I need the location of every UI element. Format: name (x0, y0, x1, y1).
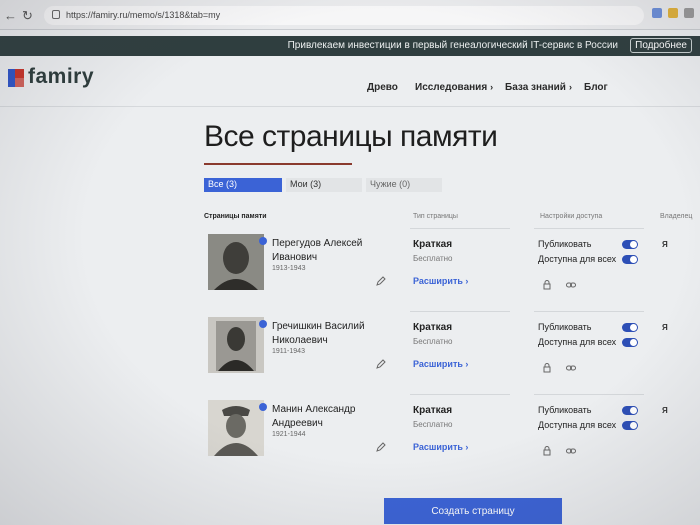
portrait-photo[interactable] (208, 317, 264, 373)
tab-all[interactable]: Все (3) (204, 178, 282, 192)
title-underline (204, 163, 352, 165)
status-dot (259, 320, 267, 328)
status-dot (259, 403, 267, 411)
publish-toggle[interactable] (622, 406, 638, 415)
portrait-photo[interactable] (208, 400, 264, 456)
table-row: Гречишкин Василий Николаевич 1911-1943 К… (204, 311, 700, 395)
chevron-right-icon: › (465, 276, 469, 286)
pencil-icon[interactable] (376, 442, 386, 452)
divider (534, 394, 644, 395)
public-access-label: Доступна для всех (538, 420, 617, 430)
nav-knowledge-base[interactable]: База знаний › (505, 82, 572, 93)
column-header-pages: Страницы памяти (204, 213, 267, 220)
back-icon[interactable]: ← (4, 8, 17, 23)
promo-banner: Привлекаем инвестиции в первый генеалоги… (0, 36, 700, 56)
tab-mine[interactable]: Мои (3) (286, 178, 362, 192)
public-access-toggle[interactable] (622, 255, 638, 264)
expand-link[interactable]: Расширить › (413, 442, 468, 452)
lock-icon[interactable] (542, 363, 552, 373)
nav-label: База знаний (505, 82, 566, 93)
page-type: Краткая (413, 239, 453, 250)
column-header-access: Настройки доступа (540, 213, 603, 220)
person-name[interactable]: Перегудов Алексей Иванович (272, 237, 382, 265)
portrait-photo[interactable] (208, 234, 264, 290)
address-bar[interactable]: https://famiry.ru/memo/s/1318&tab=my (44, 6, 644, 25)
divider (410, 394, 510, 395)
divider (534, 228, 644, 229)
link-icon[interactable] (566, 446, 576, 456)
divider (410, 311, 510, 312)
public-access-label: Доступна для всех (538, 337, 617, 347)
page-price: Бесплатно (413, 254, 453, 263)
public-access-toggle[interactable] (622, 338, 638, 347)
expand-label: Расширить (413, 359, 463, 369)
table-row: Перегудов Алексей Иванович 1913-1943 Кра… (204, 228, 700, 312)
pencil-icon[interactable] (376, 276, 386, 286)
tab-others[interactable]: Чужие (0) (366, 178, 442, 192)
nav-tree[interactable]: Древо (367, 82, 398, 93)
page-type: Краткая (413, 405, 453, 416)
expand-link[interactable]: Расширить › (413, 276, 468, 286)
chevron-right-icon: › (568, 82, 572, 92)
extension-icon[interactable] (668, 8, 678, 18)
nav-label: Исследования (415, 82, 488, 93)
nav-blog[interactable]: Блог (584, 82, 608, 93)
expand-label: Расширить (413, 442, 463, 452)
publish-toggle[interactable] (622, 323, 638, 332)
lock-icon[interactable] (542, 280, 552, 290)
publish-label: Публиковать (538, 239, 592, 249)
person-years: 1921-1944 (272, 431, 306, 438)
publish-toggle[interactable] (622, 240, 638, 249)
status-dot (259, 237, 267, 245)
owner-label: Я (662, 240, 668, 249)
menu-icon[interactable] (684, 8, 694, 18)
page-title: Все страницы памяти (204, 120, 498, 153)
owner-label: Я (662, 406, 668, 415)
logo-text: famiry (28, 65, 95, 88)
lock-icon (52, 10, 60, 19)
column-header-owner: Владелец (660, 213, 693, 220)
create-page-button[interactable]: Создать страницу (384, 498, 562, 524)
promo-details-button[interactable]: Подробнее (630, 38, 692, 53)
nav-label: Блог (584, 82, 608, 93)
publish-label: Публиковать (538, 405, 592, 415)
link-icon[interactable] (566, 363, 576, 373)
nav-label: Древо (367, 82, 398, 93)
chevron-right-icon: › (465, 359, 469, 369)
person-years: 1911-1943 (272, 348, 305, 355)
public-access-toggle[interactable] (622, 421, 638, 430)
chevron-right-icon: › (490, 82, 494, 92)
public-access-label: Доступна для всех (538, 254, 617, 264)
browser-toolbar: ← ↻ https://famiry.ru/memo/s/1318&tab=my (0, 0, 700, 30)
promo-text: Привлекаем инвестиции в первый генеалоги… (287, 40, 618, 51)
page-price: Бесплатно (413, 420, 453, 429)
owner-label: Я (662, 323, 668, 332)
divider (410, 228, 510, 229)
page: Привлекаем инвестиции в первый генеалоги… (0, 30, 700, 525)
reload-icon[interactable]: ↻ (22, 8, 33, 24)
publish-label: Публиковать (538, 322, 592, 332)
pencil-icon[interactable] (376, 359, 386, 369)
page-type: Краткая (413, 322, 453, 333)
divider (534, 311, 644, 312)
url-text: https://famiry.ru/memo/s/1318&tab=my (66, 10, 221, 20)
expand-label: Расширить (413, 276, 463, 286)
logo-icon (8, 69, 24, 87)
chevron-right-icon: › (465, 442, 469, 452)
header-divider (0, 106, 700, 107)
person-name[interactable]: Гречишкин Василий Николаевич (272, 320, 382, 348)
nav-research[interactable]: Исследования › (415, 82, 493, 93)
column-header-type: Тип страницы (413, 213, 458, 220)
lock-icon[interactable] (542, 446, 552, 456)
page-price: Бесплатно (413, 337, 453, 346)
extension-icon[interactable] (652, 8, 662, 18)
table-row: Манин Александр Андреевич 1921-1944 Крат… (204, 394, 700, 478)
person-name[interactable]: Манин Александр Андреевич (272, 403, 382, 431)
person-years: 1913-1943 (272, 265, 306, 272)
link-icon[interactable] (566, 280, 576, 290)
expand-link[interactable]: Расширить › (413, 359, 468, 369)
